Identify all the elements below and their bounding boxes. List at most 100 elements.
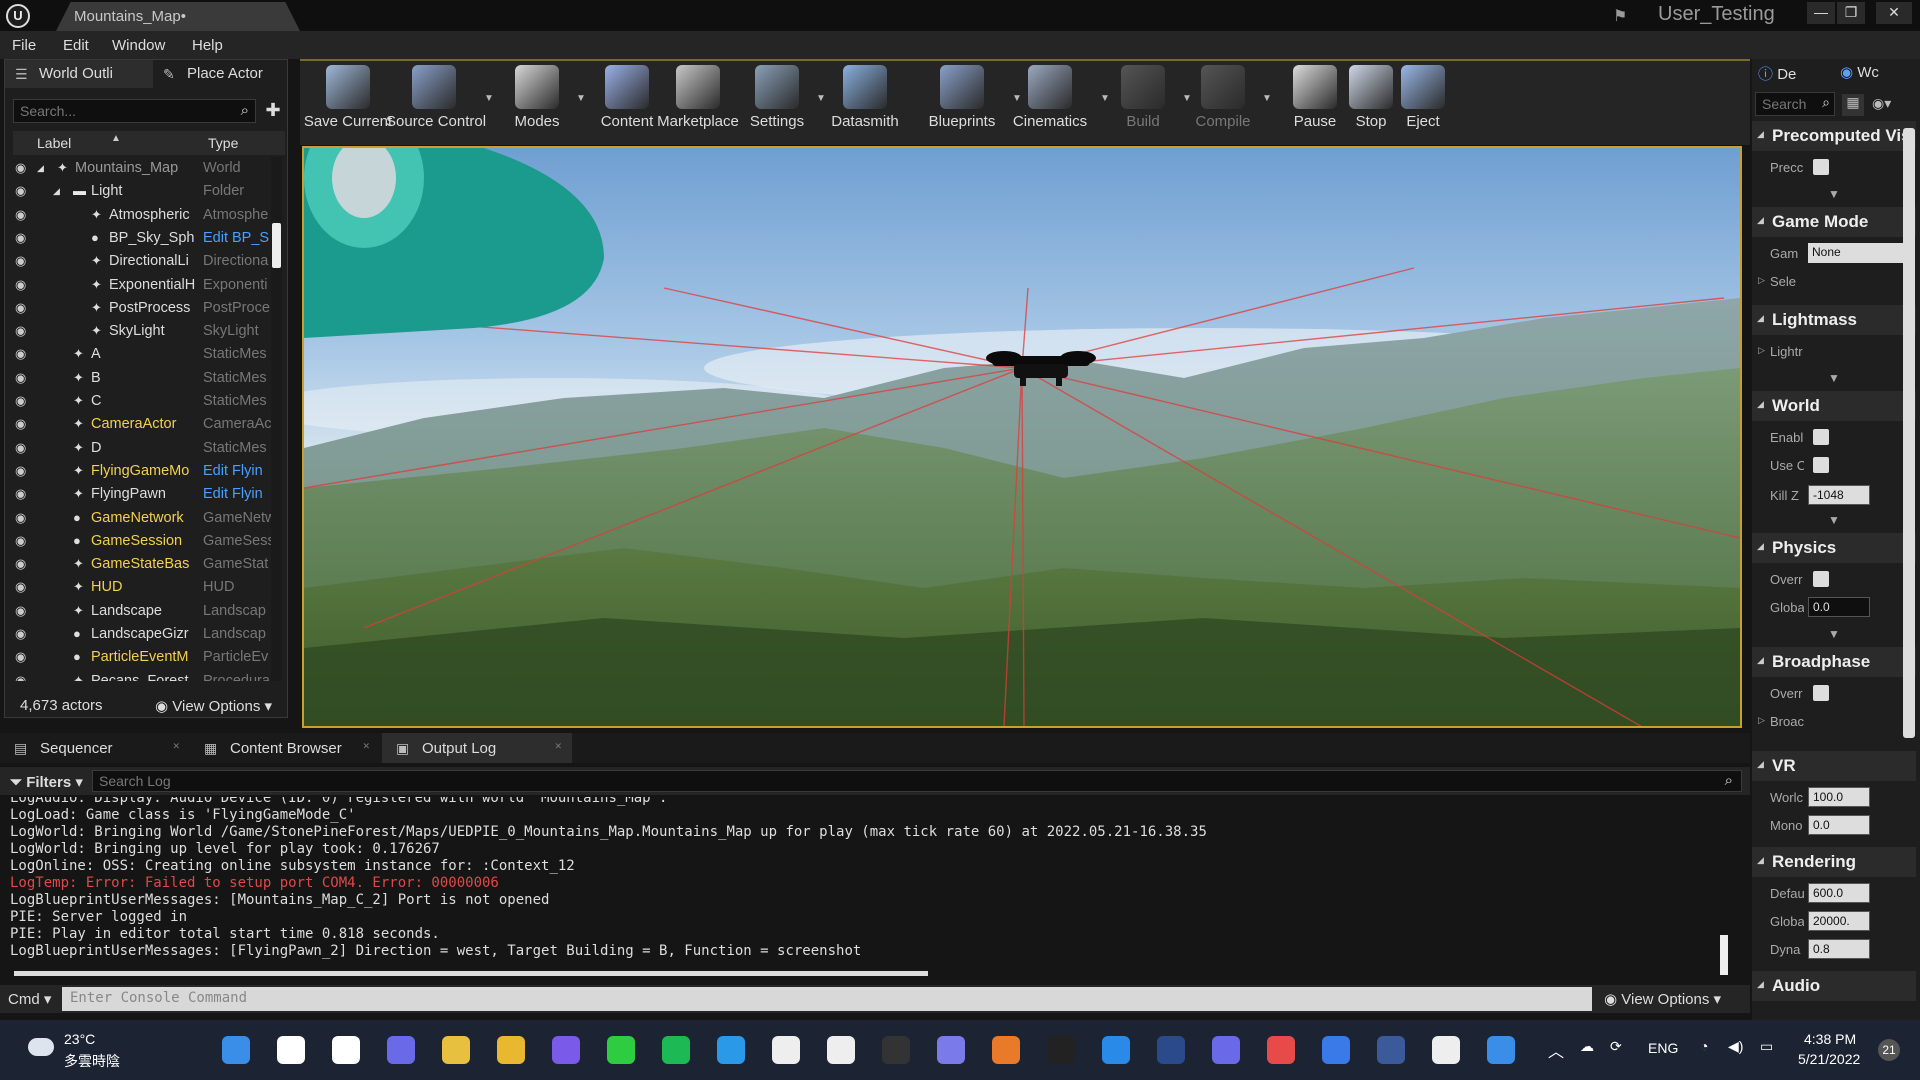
taskview-icon[interactable] [332,1036,360,1064]
windows-start-icon[interactable] [222,1036,250,1064]
office-icon[interactable] [992,1036,1020,1064]
expand-more-icon[interactable]: ▼ [1828,371,1840,385]
outliner-row[interactable]: ◉ ✦ FlyingPawn Edit Flyin [13,483,277,506]
console-command-input[interactable]: Enter Console Command [62,987,1592,1011]
column-type[interactable]: Type [208,135,238,151]
outliner-row[interactable]: ◉ ✦ C StaticMes [13,390,277,413]
section-rendering[interactable]: Rendering [1752,847,1916,877]
visibility-eye-icon[interactable]: ◉ [15,253,31,268]
outliner-row[interactable]: ◉ ◢ ▬ Light Folder [13,180,277,203]
outliner-search-input[interactable]: Search... ⌕ [13,99,256,123]
visibility-eye-icon[interactable]: ◉ [15,183,31,198]
grid-view-icon[interactable]: ▦ [1842,94,1864,116]
outliner-row[interactable]: ◉ ✦ DirectionalLi Directiona [13,250,277,273]
search-icon[interactable]: ⌕ [1822,94,1830,111]
visibility-eye-icon[interactable]: ◉ [15,300,31,315]
search-icon[interactable] [277,1036,305,1064]
notification-badge[interactable]: 21 [1878,1039,1900,1061]
visibility-eye-icon[interactable]: ◉ [15,346,31,361]
explorer-icon[interactable] [497,1036,525,1064]
checkbox[interactable] [1813,457,1829,473]
line-icon[interactable] [607,1036,635,1064]
epic-games-icon[interactable] [882,1036,910,1064]
steam-icon[interactable] [1157,1036,1185,1064]
build-button[interactable]: Build [1106,65,1180,145]
chevron-down-icon[interactable]: ▼ [1262,93,1272,104]
game-mode-select[interactable]: None [1808,243,1908,263]
details-scrollbar[interactable] [1903,128,1915,738]
section-precomputed-visibility[interactable]: Precomputed Visi [1752,121,1916,151]
settings-button[interactable]: Settings [740,65,814,145]
cinematics-button[interactable]: Cinematics [1002,65,1098,145]
outliner-row[interactable]: ◉ ✦ B StaticMes [13,367,277,390]
section-physics[interactable]: Physics [1752,533,1916,563]
tab-details[interactable]: ⓘ De [1758,63,1796,89]
spotify-icon[interactable] [662,1036,690,1064]
dice-icon[interactable] [1267,1036,1295,1064]
expand-more-icon[interactable]: ▼ [1828,187,1840,201]
tab-world-settings[interactable]: ◉ Wc [1840,63,1879,89]
unreal-icon[interactable] [1432,1036,1460,1064]
visibility-eye-icon[interactable]: ◉ [15,649,31,664]
details-search-input[interactable]: Search ⌕ [1755,92,1835,116]
maximize-button[interactable]: ❐ [1837,2,1865,24]
home-icon[interactable] [1487,1036,1515,1064]
source-control-button[interactable]: Source Control [386,65,486,145]
visibility-eye-icon[interactable]: ◉ [15,207,31,222]
menu-file[interactable]: File [12,37,36,54]
world-scale-input[interactable]: 100.0 [1808,787,1870,807]
outliner-view-options[interactable]: ◉ View Options ▾ [155,697,272,715]
volume-icon[interactable]: ◀) [1728,1038,1743,1055]
checkbox[interactable] [1813,685,1829,701]
log-horizontal-scrollbar[interactable] [14,971,928,976]
terminal-icon[interactable] [1047,1036,1075,1064]
visibility-eye-icon[interactable]: ◉ [15,533,31,548]
messenger-icon[interactable] [552,1036,580,1064]
compile-button[interactable]: Compile [1186,65,1260,145]
visibility-eye-icon[interactable]: ◉ [15,440,31,455]
close-tab-icon[interactable]: ✕ [554,741,562,752]
visibility-eye-icon[interactable]: ◉ [15,323,31,338]
chevron-down-icon[interactable]: ▼ [576,93,586,104]
expand-more-icon[interactable]: ▼ [1828,627,1840,641]
visibility-eye-icon[interactable]: ◉ [15,393,31,408]
prop-lightmass[interactable]: ▷ Lightr [1752,339,1916,365]
log-view-options[interactable]: ◉ View Options ▾ [1604,990,1721,1008]
search-icon[interactable]: ⌕ [1725,772,1733,789]
mono-input[interactable]: 0.0 [1808,815,1870,835]
tab-content-browser[interactable]: ▦ Content Browser ✕ [190,733,380,763]
edge-icon[interactable] [717,1036,745,1064]
clock-date[interactable]: 5/21/2022 [1798,1051,1860,1067]
minimize-button[interactable]: — [1807,2,1835,24]
map-tab[interactable]: Mountains_Map• [56,2,300,31]
visibility-eye-icon[interactable]: ◉ [15,230,31,245]
visibility-eye-icon[interactable]: ◉ [15,370,31,385]
outliner-row[interactable]: ◉ ✦ ExponentialH Exponenti [13,274,277,297]
outliner-row[interactable]: ◉ ✦ SkyLight SkyLight [13,320,277,343]
prop-broad[interactable]: ▷ Broac [1752,709,1916,735]
blueprints-button[interactable]: Blueprints [914,65,1010,145]
menu-edit[interactable]: Edit [63,37,89,54]
global2-input[interactable]: 20000. [1808,911,1870,931]
checkbox[interactable] [1813,571,1829,587]
battery-icon[interactable]: ▭ [1760,1038,1773,1055]
default-input[interactable]: 600.0 [1808,883,1870,903]
search-log-input[interactable]: Search Log ⌕ [92,770,1742,792]
visibility-eye-icon[interactable]: ◉ [15,626,31,641]
visibility-eye-icon[interactable]: ◉ [15,510,31,525]
visibility-eye-icon[interactable]: ◉ [15,160,31,175]
dyna-input[interactable]: 0.8 [1808,939,1870,959]
tab-world-outliner[interactable]: ☰ World Outli [5,60,153,88]
visibility-eye-icon[interactable]: ◉ [15,277,31,292]
expand-arrow-icon[interactable]: ◢ [37,163,53,179]
outliner-scrollbar[interactable] [272,223,281,268]
outliner-row[interactable]: ◉ ✦ CameraActor CameraAc [13,413,277,436]
prop-selected[interactable]: ▷ Sele [1752,269,1916,295]
visibility-eye-icon[interactable]: ◉ [15,556,31,571]
global-input[interactable]: 0.0 [1808,597,1870,617]
visibility-eye-icon[interactable]: ◉ [15,673,31,681]
cmd-dropdown[interactable]: Cmd ▾ [8,990,51,1008]
visibility-eye-icon[interactable]: ◉ [15,579,31,594]
section-broadphase[interactable]: Broadphase [1752,647,1916,677]
close-tab-icon[interactable]: ✕ [172,741,180,752]
